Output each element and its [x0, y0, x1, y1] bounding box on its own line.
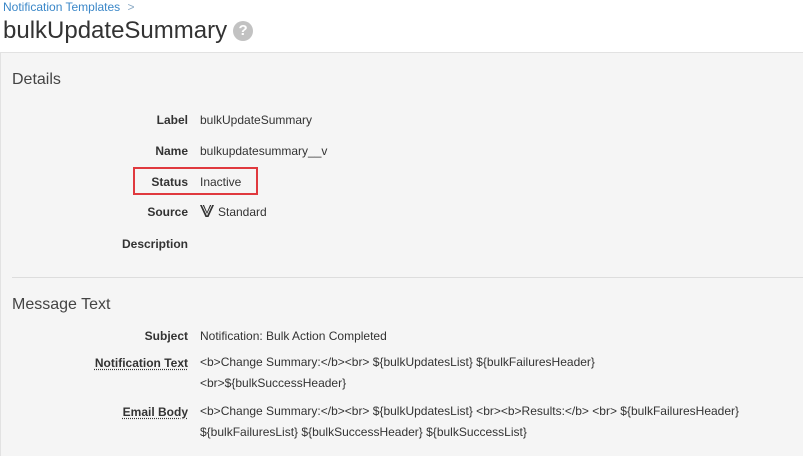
- field-value: bulkupdatesummary__v: [200, 144, 328, 158]
- breadcrumb-separator: >: [127, 0, 135, 14]
- field-label: Description: [121, 237, 188, 251]
- content-panel: Details Label bulkUpdateSummary Name bul…: [0, 52, 803, 456]
- section-title-details: Details: [12, 71, 61, 88]
- help-icon[interactable]: ?: [233, 21, 254, 41]
- field-label-with-help[interactable]: Notification Text: [95, 356, 188, 370]
- field-value: bulkUpdateSummary: [200, 113, 313, 127]
- field-label: Subject: [144, 329, 188, 343]
- field-value-source: Standard: [200, 205, 267, 219]
- section-title-message-text: Message Text: [12, 296, 111, 313]
- field-label: Source: [147, 205, 188, 219]
- section-divider: [12, 277, 803, 278]
- field-label: Name: [155, 144, 188, 158]
- source-text: Standard: [218, 205, 267, 219]
- status-highlight-box: [133, 167, 258, 195]
- field-value: Notification: Bulk Action Completed: [200, 329, 387, 343]
- field-label: Label: [156, 113, 188, 127]
- field-label-with-help[interactable]: Email Body: [123, 405, 188, 419]
- field-value: <b>Change Summary:</b><br> ${bulkUpdates…: [200, 404, 740, 439]
- field-value: <b>Change Summary:</b><br> ${bulkUpdates…: [200, 355, 595, 390]
- page-title: bulkUpdateSummary: [3, 17, 228, 44]
- veeva-v-icon: [200, 205, 214, 217]
- breadcrumb-link-notification-templates[interactable]: Notification Templates: [3, 0, 120, 14]
- breadcrumb: Notification Templates >: [3, 0, 135, 14]
- page-title-container: bulkUpdateSummary ?: [3, 15, 254, 47]
